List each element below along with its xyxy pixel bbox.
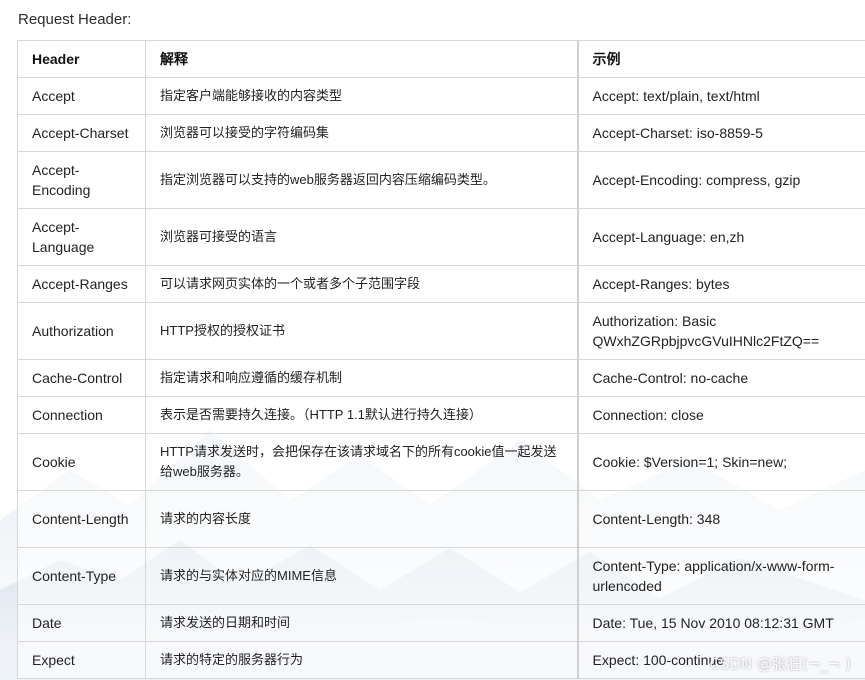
header-desc-cell: 可以请求网页实体的一个或者多个子范围字段 (145, 265, 578, 303)
table-row: Accept-Charset 浏览器可以接受的字符编码集 Accept-Char… (17, 114, 865, 152)
header-desc-cell: HTTP请求发送时，会把保存在该请求域名下的所有cookie值一起发送给web服… (145, 433, 578, 491)
header-example-cell: Date: Tue, 15 Nov 2010 08:12:31 GMT (576, 604, 865, 642)
header-name-cell: Accept-Charset (17, 114, 146, 152)
column-header-name: Header (17, 40, 146, 78)
header-name-cell: Cookie (17, 433, 146, 491)
header-desc-cell: 请求的特定的服务器行为 (145, 641, 578, 679)
table-row: Cache-Control 指定请求和响应遵循的缓存机制 Cache-Contr… (17, 359, 865, 397)
table-row: Authorization HTTP授权的授权证书 Authorization:… (17, 302, 865, 360)
table-row: Accept 指定客户端能够接收的内容类型 Accept: text/plain… (17, 77, 865, 115)
header-name-cell: Accept-Language (17, 208, 146, 266)
header-example-cell: Content-Length: 348 (576, 490, 865, 548)
header-name-cell: Authorization (17, 302, 146, 360)
header-desc-cell: 指定客户端能够接收的内容类型 (145, 77, 578, 115)
table-row: Date 请求发送的日期和时间 Date: Tue, 15 Nov 2010 0… (17, 604, 865, 642)
table-row: Content-Type 请求的与实体对应的MIME信息 Content-Typ… (17, 547, 865, 605)
header-desc-cell: 浏览器可以接受的字符编码集 (145, 114, 578, 152)
header-example-cell: Accept-Language: en,zh (576, 208, 865, 266)
header-example-cell: Cookie: $Version=1; Skin=new; (576, 433, 865, 491)
table-row: Accept-Language 浏览器可接受的语言 Accept-Languag… (17, 208, 865, 266)
header-name-cell: Date (17, 604, 146, 642)
section-title: Request Header: (18, 11, 132, 28)
header-name-cell: Expect (17, 641, 146, 679)
header-name-cell: Accept-Encoding (17, 151, 146, 209)
column-header-desc: 解释 (145, 40, 578, 78)
header-desc-cell: 浏览器可接受的语言 (145, 208, 578, 266)
table-row: Accept-Ranges 可以请求网页实体的一个或者多个子范围字段 Accep… (17, 265, 865, 303)
csdn-watermark: CSDN @张狂(¬_¬ ) (709, 655, 851, 673)
header-example-cell: Content-Type: application/x-www-form-url… (576, 547, 865, 605)
header-example-cell: Connection: close (576, 396, 865, 434)
header-desc-cell: HTTP授权的授权证书 (145, 302, 578, 360)
header-example-cell: Accept-Encoding: compress, gzip (576, 151, 865, 209)
header-name-cell: Content-Length (17, 490, 146, 548)
header-desc-cell: 请求发送的日期和时间 (145, 604, 578, 642)
header-desc-cell: 请求的内容长度 (145, 490, 578, 548)
header-desc-cell: 表示是否需要持久连接。（HTTP 1.1默认进行持久连接） (145, 396, 578, 434)
header-example-cell: Accept-Charset: iso-8859-5 (576, 114, 865, 152)
header-desc-cell: 请求的与实体对应的MIME信息 (145, 547, 578, 605)
table-header-row: Header 解释 示例 (17, 40, 865, 78)
column-header-example: 示例 (576, 40, 865, 78)
request-header-table: Header 解释 示例 Accept 指定客户端能够接收的内容类型 Accep… (17, 40, 865, 679)
header-name-cell: Accept-Ranges (17, 265, 146, 303)
header-name-cell: Connection (17, 396, 146, 434)
header-desc-cell: 指定浏览器可以支持的web服务器返回内容压缩编码类型。 (145, 151, 578, 209)
header-example-cell: Accept: text/plain, text/html (576, 77, 865, 115)
header-desc-cell: 指定请求和响应遵循的缓存机制 (145, 359, 578, 397)
header-name-cell: Accept (17, 77, 146, 115)
header-example-cell: Cache-Control: no-cache (576, 359, 865, 397)
header-example-cell: Accept-Ranges: bytes (576, 265, 865, 303)
header-name-cell: Cache-Control (17, 359, 146, 397)
header-name-cell: Content-Type (17, 547, 146, 605)
table-row: Cookie HTTP请求发送时，会把保存在该请求域名下的所有cookie值一起… (17, 433, 865, 491)
table-row: Connection 表示是否需要持久连接。（HTTP 1.1默认进行持久连接）… (17, 396, 865, 434)
header-example-cell: Authorization: Basic QWxhZGRpbjpvcGVuIHN… (576, 302, 865, 360)
table-row: Accept-Encoding 指定浏览器可以支持的web服务器返回内容压缩编码… (17, 151, 865, 209)
table-row: Content-Length 请求的内容长度 Content-Length: 3… (17, 490, 865, 548)
